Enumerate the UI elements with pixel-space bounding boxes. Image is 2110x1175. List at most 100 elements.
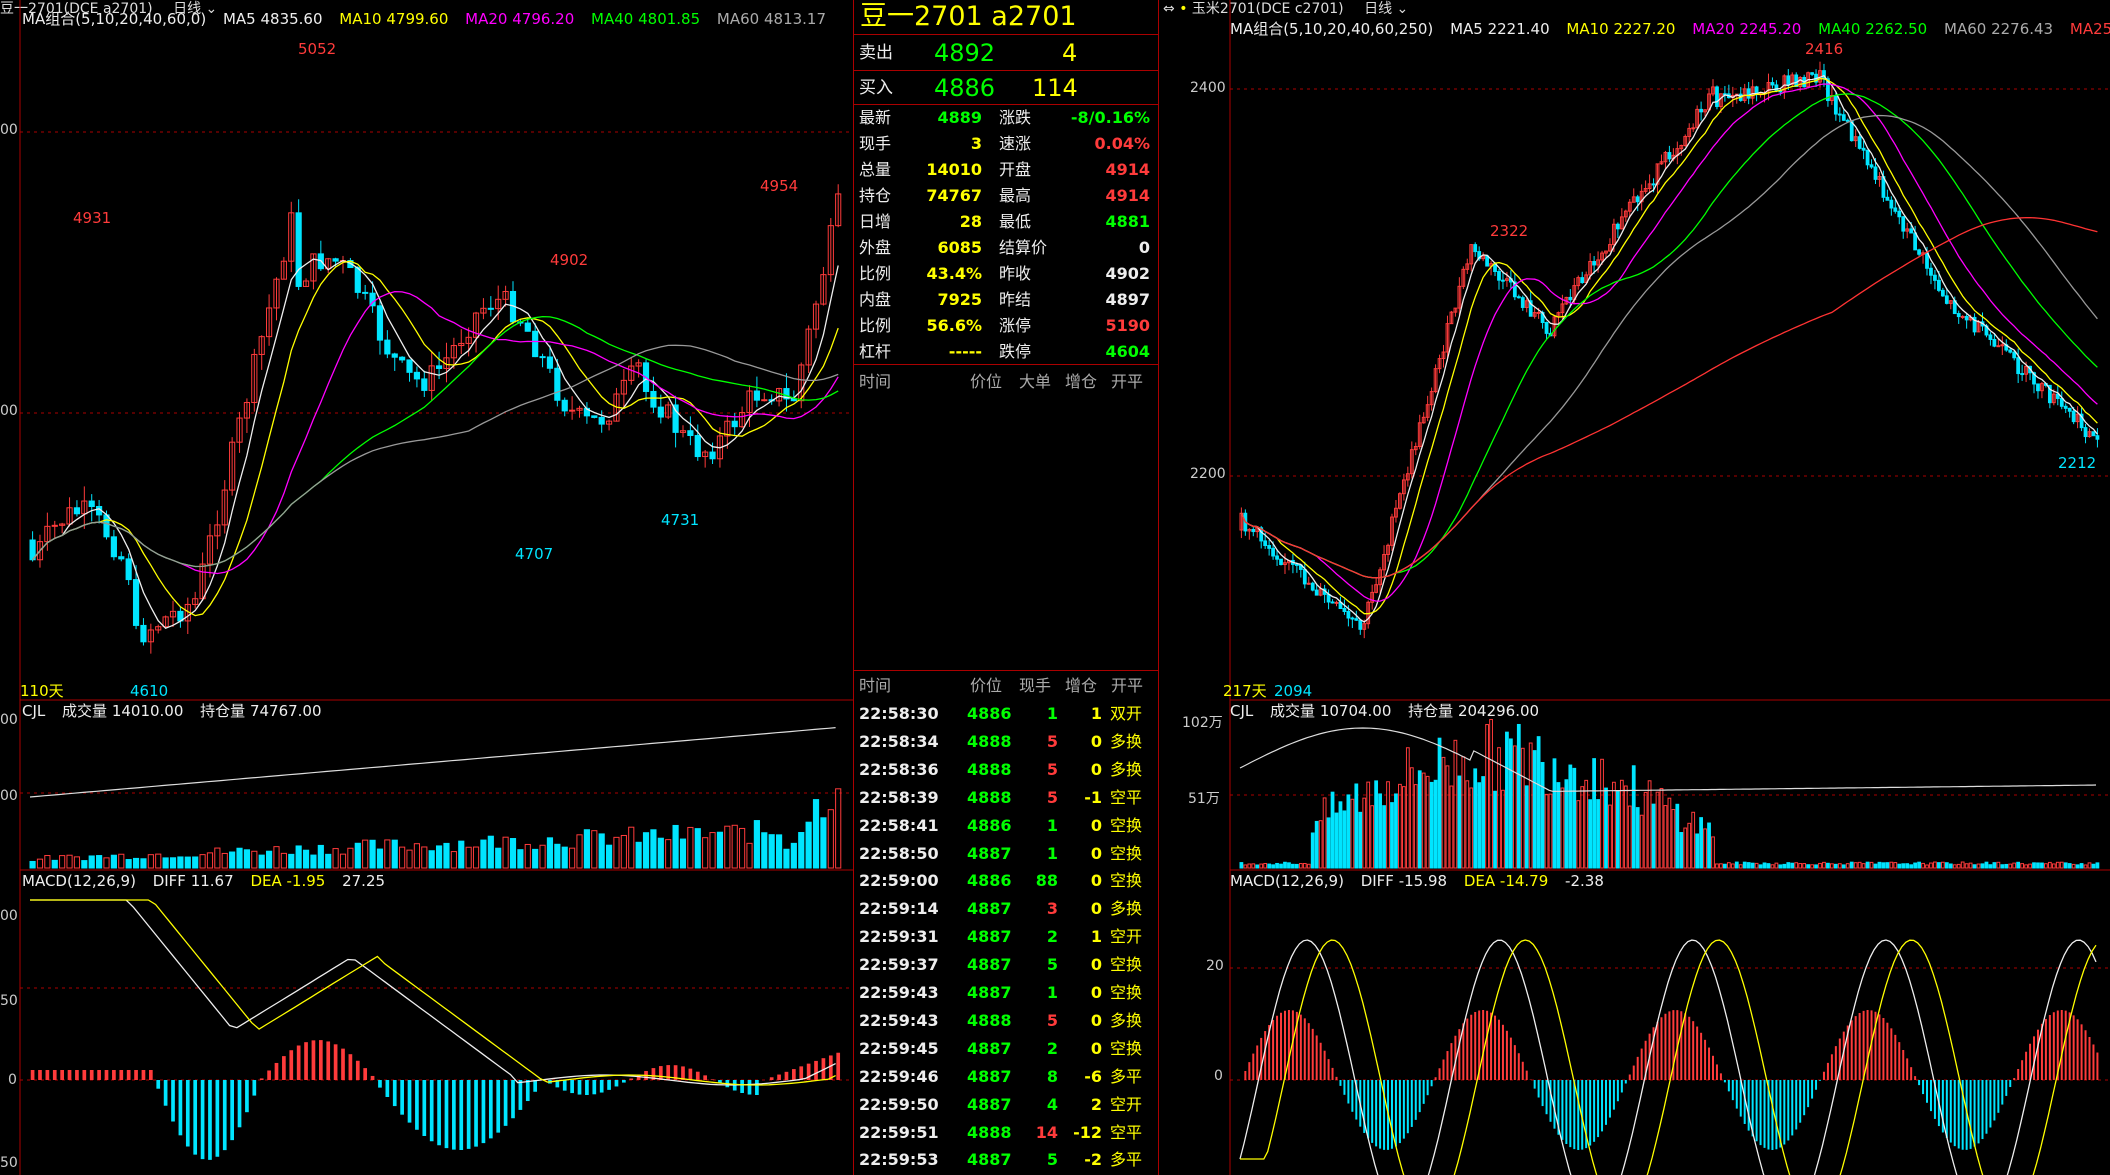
stat-value: 4897 xyxy=(1105,290,1150,309)
quote-title: 豆一2701 a2701 xyxy=(860,1,1077,32)
volume-bar xyxy=(1770,864,1775,869)
tick-row[interactable]: 22:59:51 4888 14 -12 空平 xyxy=(854,1119,1158,1147)
right-macd-y: 0 xyxy=(1214,1068,1223,1084)
left-ma5: MA5 4835.60 xyxy=(222,10,323,28)
tick-row[interactable]: 22:58:34 4888 5 0 多换 xyxy=(854,728,1158,756)
stat-label: 跌停 xyxy=(999,342,1032,361)
stat-label: 昨结 xyxy=(999,290,1032,309)
volume-bar xyxy=(406,849,413,869)
stat-value: 74767 xyxy=(926,186,982,205)
tick-row[interactable]: 22:59:46 4887 8 -6 多平 xyxy=(854,1063,1158,1091)
volume-bar xyxy=(66,854,73,869)
volume-bar xyxy=(1287,862,1291,869)
tick-row[interactable]: 22:58:39 4888 5 -1 空平 xyxy=(854,784,1158,812)
tick-oi: 0 xyxy=(1090,1038,1102,1058)
tick-row[interactable]: 22:58:41 4886 1 0 空换 xyxy=(854,812,1158,840)
volume-bar xyxy=(206,852,214,869)
left-ma20: MA20 4796.20 xyxy=(465,10,575,28)
right-cjl-label[interactable]: CJL xyxy=(1230,702,1253,720)
volume-bar xyxy=(1639,814,1644,869)
tick-oi: 0 xyxy=(1090,871,1102,891)
left-cjl-label[interactable]: CJL xyxy=(22,702,45,720)
volume-bar xyxy=(1302,862,1307,869)
volume-bar xyxy=(1548,793,1553,869)
volume-bar xyxy=(1275,862,1279,869)
volume-bar xyxy=(1477,782,1482,869)
volume-bar xyxy=(1671,809,1676,869)
tick-oi: -2 xyxy=(1084,1150,1102,1170)
tick-price: 4886 xyxy=(967,704,1012,723)
candle-body xyxy=(687,430,694,437)
volume-bar xyxy=(1726,862,1731,869)
price-mark-low: 4610 xyxy=(130,682,169,700)
buy-price[interactable]: 4886 xyxy=(934,73,995,103)
left-macd-label[interactable]: MACD(12,26,9) xyxy=(22,872,136,890)
quote-panel: 豆一2701 a2701 卖出 4892 4 买入 4886 114 最新 488… xyxy=(853,0,1159,1175)
candle-body xyxy=(1865,149,1870,166)
tick-hand: 5 xyxy=(1046,731,1058,751)
tick-oi: -12 xyxy=(1073,1122,1102,1142)
tick-row[interactable]: 22:59:45 4887 2 0 空换 xyxy=(854,1035,1158,1063)
volume-bar xyxy=(243,849,251,869)
tick-row[interactable]: 22:59:31 4887 2 1 空开 xyxy=(854,923,1158,951)
tick-row[interactable]: 22:59:50 4887 4 2 空开 xyxy=(854,1091,1158,1119)
right-chart-area[interactable]: MA组合(5,10,20,40,60,250) MA5 2221.40 MA10… xyxy=(1160,0,2110,1175)
stat-label: 现手 xyxy=(859,134,892,153)
volume-bar xyxy=(605,844,613,869)
candle-body xyxy=(1302,568,1307,585)
candle-body xyxy=(1913,232,1918,251)
tick-col-price: 价位 xyxy=(970,676,1003,695)
volume-bar xyxy=(347,847,354,869)
candle-body xyxy=(1893,207,1898,212)
sell-price[interactable]: 4892 xyxy=(934,38,995,68)
right-ma-combo-label[interactable]: MA组合(5,10,20,40,60,250) xyxy=(1230,20,1433,38)
tick-row[interactable]: 22:59:53 4887 5 -2 多平 xyxy=(854,1146,1158,1174)
volume-bar xyxy=(1453,739,1458,869)
stat-value: 4914 xyxy=(1105,186,1150,205)
big-col-price: 价位 xyxy=(970,372,1003,391)
stat-label: 开盘 xyxy=(999,160,1032,179)
volume-bar xyxy=(1588,799,1593,869)
tick-row[interactable]: 22:59:00 4886 88 0 空换 xyxy=(854,867,1158,895)
stat-value: 56.6% xyxy=(926,316,982,335)
volume-bar xyxy=(731,824,738,869)
left-ma-combo-label[interactable]: MA组合(5,10,20,40,60,0) xyxy=(22,10,206,28)
volume-bar xyxy=(273,846,280,869)
tick-row[interactable]: 22:58:50 4887 1 0 空换 xyxy=(854,840,1158,868)
volume-bar xyxy=(1873,863,1878,869)
volume-bar xyxy=(96,855,103,869)
right-macd-label[interactable]: MACD(12,26,9) xyxy=(1230,872,1344,890)
tick-row[interactable]: 22:58:36 4888 5 0 多换 xyxy=(854,756,1158,784)
tick-hand: 3 xyxy=(1046,899,1058,919)
volume-bar xyxy=(1841,864,1846,869)
volume-bar xyxy=(1493,790,1497,869)
volume-bar xyxy=(399,846,406,869)
tick-row[interactable]: 22:58:30 4886 1 1 双开 xyxy=(854,700,1158,728)
left-chart-svg[interactable] xyxy=(0,0,853,1175)
right-macd-legend: MACD(12,26,9) DIFF -15.98 DEA -14.79 -2.… xyxy=(1230,870,1616,892)
tick-type: 多换 xyxy=(1110,899,1143,919)
candle-body xyxy=(110,536,117,558)
candle-body xyxy=(2008,349,2013,353)
stat-value: 4889 xyxy=(937,108,982,127)
candle-body xyxy=(1310,582,1315,591)
volume-bar xyxy=(1746,862,1751,869)
volume-bar xyxy=(1298,863,1303,869)
tick-time: 22:58:50 xyxy=(859,843,939,863)
tick-row[interactable]: 22:59:43 4888 5 0 多换 xyxy=(854,1007,1158,1035)
left-chart-area[interactable]: MA组合(5,10,20,40,60,0) MA5 4835.60 MA10 4… xyxy=(0,0,853,1175)
candle-body xyxy=(1275,555,1279,560)
candle-body xyxy=(709,451,716,460)
tick-price: 4887 xyxy=(967,1150,1012,1170)
stat-value: 4604 xyxy=(1105,342,1150,361)
tick-row[interactable]: 22:59:37 4887 5 0 空换 xyxy=(854,951,1158,979)
volume-bar xyxy=(2091,863,2096,869)
left-diff-value: DIFF 11.67 xyxy=(152,872,234,890)
stat-value: 0 xyxy=(1138,238,1150,257)
tick-row[interactable]: 22:59:43 4887 1 0 空换 xyxy=(854,979,1158,1007)
right-chart-svg[interactable] xyxy=(1160,0,2110,1175)
tick-type: 多平 xyxy=(1110,1066,1143,1086)
tick-row[interactable]: 22:59:14 4887 3 0 多换 xyxy=(854,895,1158,923)
candle-body xyxy=(1841,114,1846,121)
volume-bar xyxy=(1695,833,1700,869)
